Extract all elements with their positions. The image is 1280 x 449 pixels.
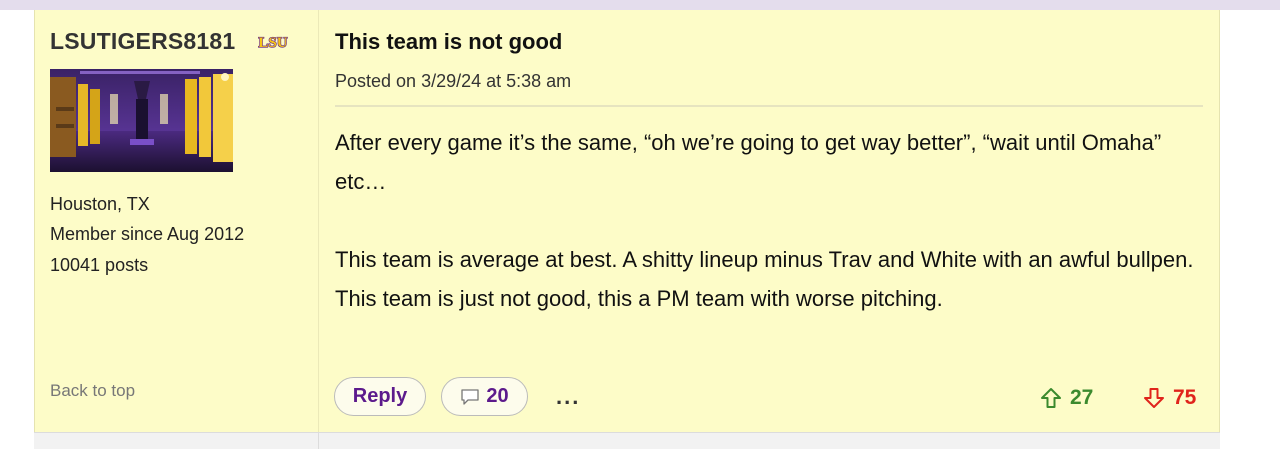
post-paragraph: This team is average at best. A shitty l… <box>335 247 1194 311</box>
author-location: Houston, TX <box>50 194 150 214</box>
post-title: This team is not good <box>335 29 563 54</box>
author-username[interactable]: LSUTIGERS8181 <box>50 28 235 55</box>
upvote-count: 27 <box>1070 386 1094 409</box>
back-to-top-link[interactable]: Back to top <box>50 381 135 401</box>
more-options-button[interactable]: ... <box>556 384 580 410</box>
footer-divider <box>318 432 319 449</box>
post-timestamp: Posted on 3/29/24 at 5:38 am <box>335 71 572 91</box>
top-bar <box>0 0 1280 10</box>
header-divider <box>335 105 1203 107</box>
comment-bubble-icon <box>461 388 480 405</box>
post-body: After every game it’s the same, “oh we’r… <box>335 123 1203 318</box>
svg-text:LSU: LSU <box>258 35 287 50</box>
author-post-count: 10041 posts <box>50 255 149 275</box>
arrow-down-icon <box>1144 388 1164 408</box>
upvote-button[interactable]: 27 <box>1040 386 1093 410</box>
downvote-count: 75 <box>1173 386 1197 409</box>
downvote-button[interactable]: 75 <box>1143 386 1196 410</box>
arrow-up-icon <box>1041 388 1061 408</box>
column-divider <box>318 10 319 432</box>
lsu-logo-icon: LSU <box>253 34 293 50</box>
reply-label: Reply <box>352 385 408 407</box>
comments-button[interactable]: 20 <box>441 377 528 416</box>
reply-button[interactable]: Reply <box>334 377 426 416</box>
post-paragraph: After every game it’s the same, “oh we’r… <box>335 130 1162 194</box>
next-post-strip <box>34 432 1220 449</box>
author-member-since: Member since Aug 2012 <box>50 224 245 244</box>
avatar[interactable] <box>50 69 233 172</box>
comment-count: 20 <box>486 385 509 407</box>
